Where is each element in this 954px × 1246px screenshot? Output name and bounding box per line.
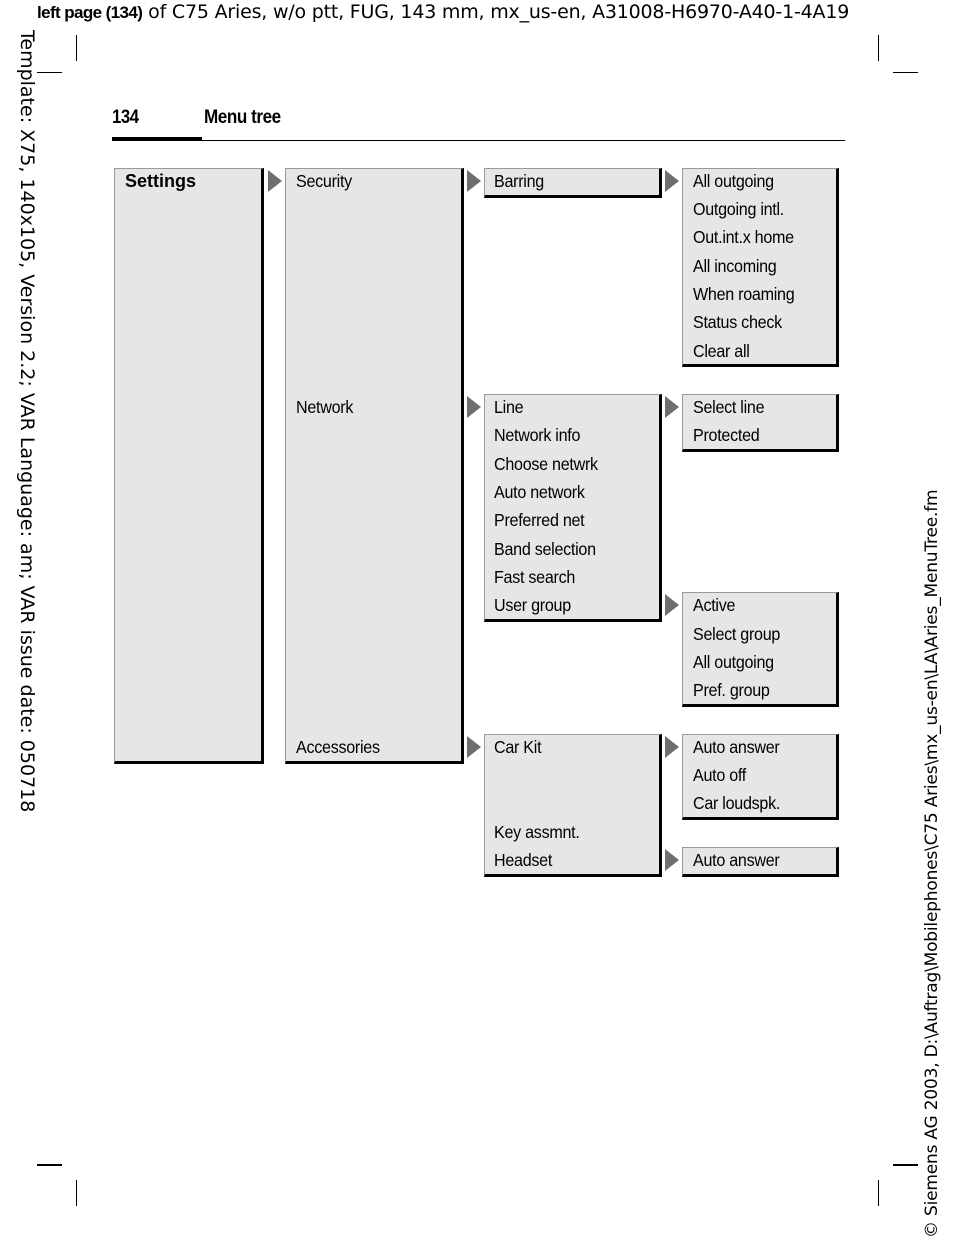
template-info: Template: X75, 140x105, Version 2.2; VAR… bbox=[16, 30, 38, 813]
crop-mark bbox=[893, 1164, 918, 1166]
submenu-arrow-icon bbox=[665, 396, 679, 418]
menu-box-level1 bbox=[285, 168, 464, 764]
crop-mark bbox=[76, 1180, 77, 1206]
submenu-arrow-icon bbox=[665, 736, 679, 758]
menu-item-car-kit[interactable]: Car Kit bbox=[494, 736, 542, 758]
menu-item-barring-option[interactable]: All outgoing bbox=[693, 170, 774, 192]
crop-mark bbox=[878, 1180, 879, 1206]
menu-item-user-group-option[interactable]: Pref. group bbox=[693, 679, 770, 701]
document-slug: left page (134) of C75 Aries, w/o ptt, F… bbox=[37, 0, 849, 25]
submenu-arrow-icon bbox=[467, 396, 481, 418]
menu-item-car-kit-option[interactable]: Car loudspk. bbox=[693, 792, 780, 814]
menu-item-network[interactable]: Network bbox=[296, 396, 353, 418]
crop-mark bbox=[76, 35, 77, 61]
submenu-arrow-icon bbox=[268, 170, 282, 192]
menu-item-user-group[interactable]: User group bbox=[494, 594, 571, 616]
crop-mark bbox=[893, 72, 918, 73]
submenu-arrow-icon bbox=[467, 736, 481, 758]
menu-item-barring-option[interactable]: When roaming bbox=[693, 283, 795, 305]
menu-box-settings bbox=[114, 168, 264, 764]
menu-item-network-info[interactable]: Network info bbox=[494, 424, 580, 446]
menu-item-user-group-option[interactable]: All outgoing bbox=[693, 651, 774, 673]
submenu-arrow-icon bbox=[665, 594, 679, 616]
menu-item-barring-option[interactable]: Clear all bbox=[693, 340, 750, 362]
menu-item-band-selection[interactable]: Band selection bbox=[494, 538, 596, 560]
header-rule bbox=[112, 140, 845, 141]
menu-item-key-assignment[interactable]: Key assmnt. bbox=[494, 821, 580, 843]
crop-mark bbox=[878, 35, 879, 61]
menu-item-car-kit-option[interactable]: Auto answer bbox=[693, 736, 780, 758]
page-number: 134 bbox=[112, 107, 139, 128]
menu-item-line-option[interactable]: Protected bbox=[693, 424, 760, 446]
submenu-arrow-icon bbox=[665, 170, 679, 192]
menu-item-fast-search[interactable]: Fast search bbox=[494, 566, 575, 588]
slug-page-ref: left page (134) bbox=[37, 3, 143, 22]
menu-item-preferred-net[interactable]: Preferred net bbox=[494, 509, 585, 531]
menu-item-line[interactable]: Line bbox=[494, 396, 524, 418]
menu-item-line-option[interactable]: Select line bbox=[693, 396, 765, 418]
submenu-arrow-icon bbox=[467, 170, 481, 192]
submenu-arrow-icon bbox=[665, 849, 679, 871]
menu-item-accessories[interactable]: Accessories bbox=[296, 736, 380, 758]
menu-item-settings[interactable]: Settings bbox=[125, 170, 196, 192]
menu-item-security[interactable]: Security bbox=[296, 170, 352, 192]
copyright-path: © Siemens AG 2003, D:\Auftrag\Mobilephon… bbox=[922, 489, 942, 1238]
slug-details: of C75 Aries, w/o ptt, FUG, 143 mm, mx_u… bbox=[142, 1, 850, 23]
crop-mark bbox=[37, 72, 62, 73]
menu-item-user-group-option[interactable]: Active bbox=[693, 594, 735, 616]
menu-item-barring-option[interactable]: Status check bbox=[693, 311, 782, 333]
menu-item-barring-option[interactable]: All incoming bbox=[693, 255, 777, 277]
menu-item-headset[interactable]: Headset bbox=[494, 849, 552, 871]
menu-item-barring[interactable]: Barring bbox=[494, 170, 544, 192]
menu-item-barring-option[interactable]: Outgoing intl. bbox=[693, 198, 784, 220]
page-title: Menu tree bbox=[204, 107, 281, 128]
menu-item-barring-option[interactable]: Out.int.x home bbox=[693, 226, 794, 248]
header-rule-accent bbox=[112, 137, 202, 141]
menu-item-auto-network[interactable]: Auto network bbox=[494, 481, 585, 503]
menu-item-user-group-option[interactable]: Select group bbox=[693, 623, 780, 645]
menu-item-car-kit-option[interactable]: Auto off bbox=[693, 764, 746, 786]
menu-item-choose-network[interactable]: Choose netwrk bbox=[494, 453, 598, 475]
crop-mark bbox=[37, 1164, 62, 1166]
menu-item-headset-option[interactable]: Auto answer bbox=[693, 849, 780, 871]
